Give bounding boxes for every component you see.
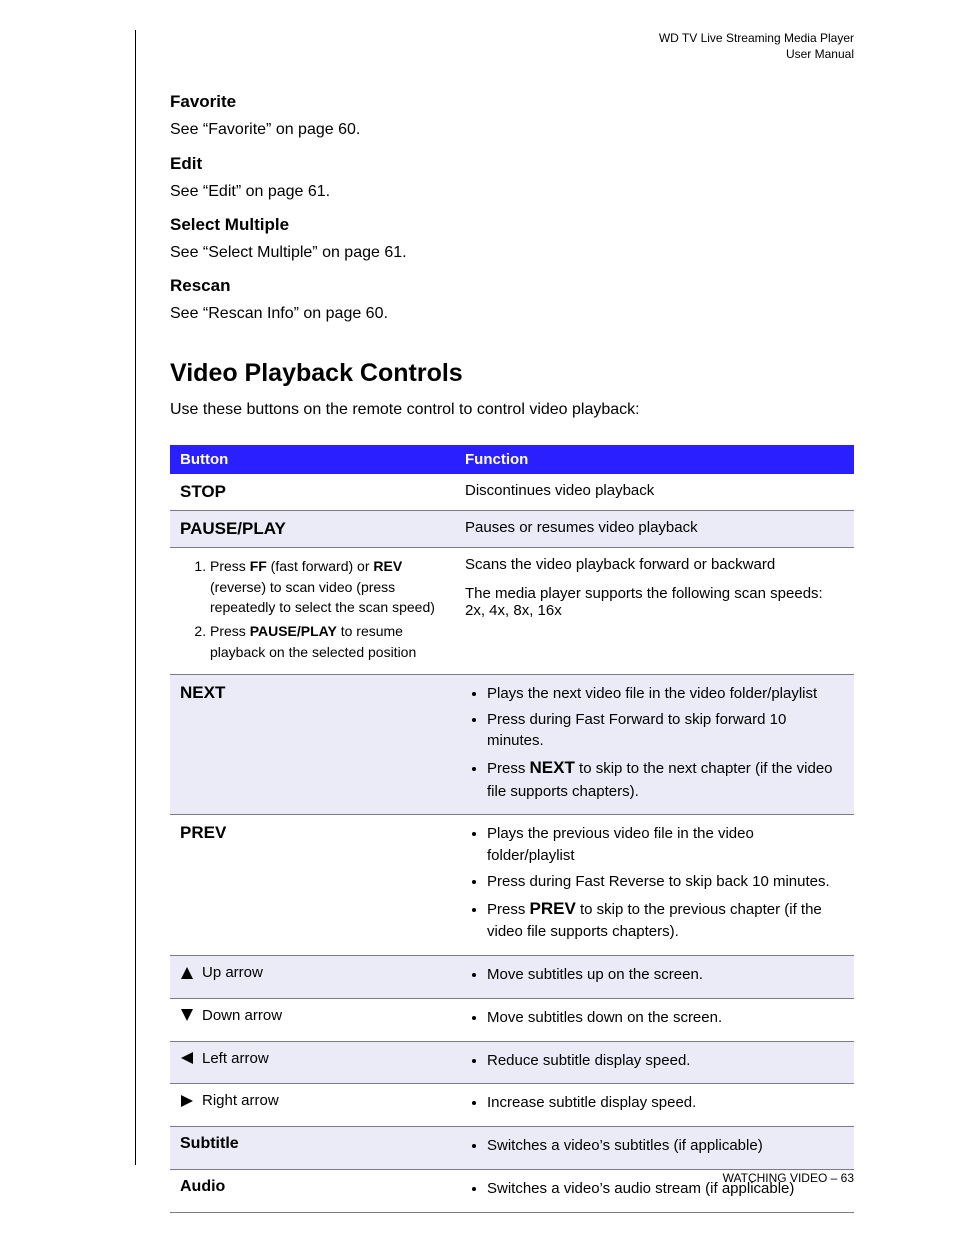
prev-li3-pre: Press xyxy=(487,901,530,918)
scan-step2-pp: PAUSE/PLAY xyxy=(250,623,337,639)
scan-func-line2: The media player supports the following … xyxy=(465,585,844,619)
next-li2: Press during Fast Forward to skip forwar… xyxy=(487,709,844,753)
heading-edit: Edit xyxy=(170,154,854,174)
prev-li1: Plays the previous video file in the vid… xyxy=(487,823,844,867)
next-li1: Plays the next video file in the video f… xyxy=(487,683,844,705)
func-next-list: Plays the next video file in the video f… xyxy=(465,683,844,803)
label-stop: STOP xyxy=(180,482,226,501)
label-next: NEXT xyxy=(180,683,225,702)
label-audio: Audio xyxy=(180,1178,225,1195)
prev-li2: Press during Fast Reverse to skip back 1… xyxy=(487,871,844,893)
table-row-next: NEXT Plays the next video file in the vi… xyxy=(170,674,854,815)
scan-step1-rev: REV xyxy=(373,558,402,574)
label-up-arrow: Up arrow xyxy=(202,964,263,981)
scan-step-1: Press FF (fast forward) or REV (reverse)… xyxy=(210,556,445,617)
scan-step2-pre: Press xyxy=(210,623,250,639)
running-header: WD TV Live Streaming Media Player User M… xyxy=(135,30,854,62)
label-left-arrow: Left arrow xyxy=(202,1050,269,1067)
th-button: Button xyxy=(170,445,455,474)
heading-favorite: Favorite xyxy=(170,92,854,112)
label-subtitle: Subtitle xyxy=(180,1135,239,1152)
next-li3-bold: NEXT xyxy=(530,758,575,777)
label-prev: PREV xyxy=(180,823,226,842)
label-pauseplay: PAUSE/PLAY xyxy=(180,519,286,538)
header-line-1: WD TV Live Streaming Media Player xyxy=(135,30,854,46)
table-row-subtitle: Subtitle Switches a video’s subtitles (i… xyxy=(170,1127,854,1170)
footer-page: 63 xyxy=(841,1171,854,1185)
up-arrow-icon xyxy=(180,966,194,980)
heading-select-multiple: Select Multiple xyxy=(170,215,854,235)
func-subtitle: Switches a video’s subtitles (if applica… xyxy=(487,1135,844,1157)
table-row-stop: STOP Discontinues video playback xyxy=(170,474,854,511)
right-arrow-icon xyxy=(180,1094,194,1108)
table-row-right-arrow: Right arrow Increase subtitle display sp… xyxy=(170,1084,854,1127)
body-edit: See “Edit” on page 61. xyxy=(170,180,854,203)
heading-rescan: Rescan xyxy=(170,276,854,296)
header-line-2: User Manual xyxy=(135,46,854,62)
next-li3-pre: Press xyxy=(487,760,530,777)
func-scan: Scans the video playback forward or back… xyxy=(455,548,854,674)
table-header-row: Button Function xyxy=(170,445,854,474)
page: WD TV Live Streaming Media Player User M… xyxy=(0,0,954,1235)
intro-video-playback: Use these buttons on the remote control … xyxy=(170,398,854,421)
footer-sep: – xyxy=(827,1171,840,1185)
func-down: Move subtitles down on the screen. xyxy=(487,1007,844,1029)
footer-section: WATCHING VIDEO xyxy=(723,1171,828,1185)
th-function: Function xyxy=(455,445,854,474)
down-arrow-icon xyxy=(180,1008,194,1022)
func-right: Increase subtitle display speed. xyxy=(487,1092,844,1114)
scan-steps: Press FF (fast forward) or REV (reverse)… xyxy=(180,556,445,661)
table-row-scan: Press FF (fast forward) or REV (reverse)… xyxy=(170,548,854,674)
controls-table: Button Function STOP Discontinues video … xyxy=(170,445,854,1212)
table-row-left-arrow: Left arrow Reduce subtitle display speed… xyxy=(170,1041,854,1084)
func-up: Move subtitles up on the screen. xyxy=(487,964,844,986)
scan-step1-pre: Press xyxy=(210,558,250,574)
body-rescan: See “Rescan Info” on page 60. xyxy=(170,302,854,325)
body-favorite: See “Favorite” on page 60. xyxy=(170,118,854,141)
scan-step1-post: (reverse) to scan video (press repeatedl… xyxy=(210,579,435,615)
table-row-prev: PREV Plays the previous video file in th… xyxy=(170,815,854,956)
table-row-pauseplay: PAUSE/PLAY Pauses or resumes video playb… xyxy=(170,511,854,548)
func-prev-list: Plays the previous video file in the vid… xyxy=(465,823,844,943)
next-li3: Press NEXT to skip to the next chapter (… xyxy=(487,756,844,802)
scan-step1-ff: FF xyxy=(250,558,267,574)
func-pauseplay: Pauses or resumes video playback xyxy=(455,511,854,548)
margin-rule xyxy=(135,30,136,1165)
table-row-down-arrow: Down arrow Move subtitles down on the sc… xyxy=(170,998,854,1041)
prev-li3: Press PREV to skip to the previous chapt… xyxy=(487,897,844,943)
running-footer: WATCHING VIDEO – 63 xyxy=(723,1171,854,1185)
func-stop: Discontinues video playback xyxy=(455,474,854,511)
content: Favorite See “Favorite” on page 60. Edit… xyxy=(135,92,854,1212)
table-row-up-arrow: Up arrow Move subtitles up on the screen… xyxy=(170,956,854,999)
section-title-video-playback-controls: Video Playback Controls xyxy=(170,359,854,388)
body-select-multiple: See “Select Multiple” on page 61. xyxy=(170,241,854,264)
func-left: Reduce subtitle display speed. xyxy=(487,1050,844,1072)
scan-func-line1: Scans the video playback forward or back… xyxy=(465,556,844,573)
prev-li3-bold: PREV xyxy=(530,899,576,918)
scan-step-2: Press PAUSE/PLAY to resume playback on t… xyxy=(210,621,445,662)
scan-step1-mid: (fast forward) or xyxy=(267,558,374,574)
left-arrow-icon xyxy=(180,1051,194,1065)
label-right-arrow: Right arrow xyxy=(202,1092,279,1109)
label-down-arrow: Down arrow xyxy=(202,1007,282,1024)
